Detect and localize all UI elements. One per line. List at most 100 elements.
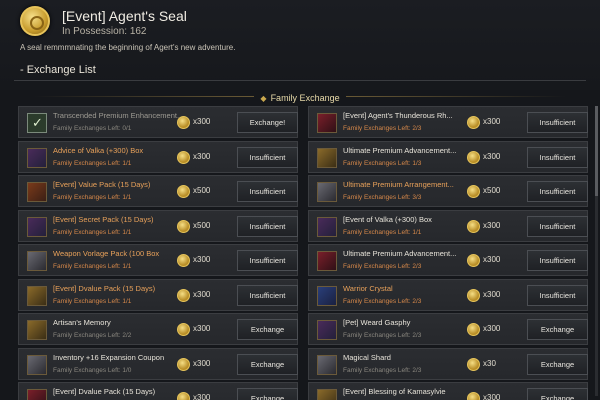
seal-coin-icon	[467, 116, 480, 129]
exchange-item-row: Advice of Valka (+300) Box Family Exchang…	[18, 140, 298, 173]
insufficient-button[interactable]: Insufficient	[527, 181, 588, 202]
insufficient-button[interactable]: Insufficient	[527, 215, 588, 237]
exchanges-left: Family Exchanges Left: 1/1	[53, 159, 132, 167]
exchanges-left: Family Exchanges Left: 1/1	[53, 228, 132, 236]
seal-coin-icon	[467, 150, 480, 164]
arrangement-icon[interactable]	[317, 182, 337, 202]
insufficient-button[interactable]: Insufficient	[237, 250, 298, 271]
exchange-button[interactable]: Exchange	[237, 353, 298, 375]
value-pack-icon[interactable]	[27, 182, 47, 202]
premium-box-icon[interactable]	[317, 147, 337, 168]
crystal-icon[interactable]	[317, 251, 337, 271]
exchanges-left: Family Exchanges Left: 2/3	[343, 297, 422, 305]
cost-value: x500	[193, 220, 211, 230]
exchange-item-row: [Event] Agent's Thunderous Rh... Family E…	[308, 106, 588, 138]
insufficient-button[interactable]: Insufficient	[237, 181, 298, 202]
seal-coin-icon	[177, 323, 190, 336]
exchanges-left: Family Exchanges Left: 2/3	[343, 125, 422, 132]
exchanges-left: Family Exchanges Left: 2/3	[343, 263, 422, 270]
insufficient-button[interactable]: Insufficient	[527, 112, 588, 133]
exchange-button[interactable]: Exchange	[527, 353, 588, 375]
insufficient-button[interactable]: Insufficient	[237, 215, 298, 237]
cost-value: x300	[483, 324, 501, 333]
cost-value: x300	[193, 393, 211, 400]
cost-value: x300	[193, 289, 211, 299]
exchange-item-row: Artisan's Memory Family Exchanges Left: 2…	[18, 313, 298, 345]
exchanges-left: Family Exchanges Left: 1/1	[343, 228, 422, 236]
cost-value: x500	[483, 186, 501, 195]
item-name: [Event] Value Pack (15 Days)	[53, 180, 151, 189]
item-name: Ultimate Premium Advancement...	[343, 145, 457, 155]
thunder-box-icon[interactable]	[317, 113, 337, 133]
exchange-button[interactable]: Exchange!	[237, 112, 298, 133]
weapon-pack-icon[interactable]	[27, 251, 47, 271]
checkmark-icon[interactable]	[27, 113, 47, 133]
exchange-item-row: [Event] Dvalue Pack (15 Days)Family Exch…	[18, 382, 298, 400]
header: [Event] Agent's Seal In Possession: 162 …	[0, 0, 600, 103]
exchanges-left: Family Exchanges Left: 1/1	[53, 263, 132, 270]
exchange-item-row: [Pet] Weard Gasphy Family Exchanges Left:…	[308, 313, 588, 345]
tab-label-text: Family Exchange	[270, 93, 340, 103]
exchange-item-row: [Event] Value Pack (15 Days) Family Excha…	[18, 175, 298, 207]
exchanges-left: Family Exchanges Left: 1/3	[343, 159, 422, 167]
seal-coin-icon	[177, 116, 190, 129]
cost-value: x300	[483, 289, 501, 299]
blessing-icon[interactable]	[317, 389, 337, 400]
insufficient-button[interactable]: Insufficient	[527, 250, 588, 271]
item-name: [Event] Dvalue Pack (15 Days)	[53, 387, 156, 396]
insufficient-button[interactable]: Insufficient	[527, 284, 588, 306]
seal-coin-icon	[177, 288, 190, 302]
secret-pack-icon[interactable]	[27, 216, 47, 237]
item-name: Advice of Valka (+300) Box	[53, 145, 144, 155]
scrollbar[interactable]	[595, 106, 598, 396]
exchanges-left: Family Exchanges Left: 2/3	[343, 332, 422, 339]
exchange-button[interactable]: Exchange	[237, 388, 298, 400]
insufficient-button[interactable]: Insufficient	[527, 146, 588, 168]
memory-icon[interactable]	[27, 320, 47, 340]
scroll-thumb[interactable]	[595, 106, 598, 196]
valka-box-icon[interactable]	[317, 216, 337, 237]
cost-value: x300	[483, 220, 501, 230]
exchange-item-row: Magical Shard Family Exchanges Left: 2/3 x…	[308, 347, 588, 380]
seal-coin-icon	[467, 323, 480, 336]
exchange-item-row: Ultimate Premium Advancement... Family Ex…	[308, 244, 588, 276]
item-name: [Event] Dvalue Pack (15 Days)	[53, 283, 156, 293]
item-name: [Event] Blessing of Kamasylvie	[343, 387, 446, 396]
item-name: Weapon Vorlage Pack (100 Box	[53, 249, 160, 258]
item-name: [Event] Secret Pack (15 Days)	[53, 214, 154, 224]
exchange-item-row: Transcended Premium Enhancement... Family…	[18, 106, 298, 138]
cost-value: x300	[193, 151, 211, 161]
item-name: Warrior Crystal	[343, 283, 393, 293]
cost-value: x300	[483, 151, 501, 161]
seal-coin-icon	[467, 254, 480, 267]
exchange-item-row: [Event] Secret Pack (15 Days) Family Exch…	[18, 209, 298, 242]
cost-value: x300	[193, 255, 211, 264]
exchange-item-row: Warrior Crystal Family Exchanges Left: 2/…	[308, 278, 588, 311]
chest-icon[interactable]	[27, 285, 47, 306]
exchange-button[interactable]: Exchange	[527, 319, 588, 340]
cost-value: x300	[193, 117, 211, 126]
warrior-crystal-icon[interactable]	[317, 285, 337, 306]
pet-icon[interactable]	[317, 320, 337, 340]
seal-coin-icon	[467, 357, 480, 371]
exchange-button[interactable]: Exchange	[527, 388, 588, 400]
cost-value: x300	[193, 324, 211, 333]
exchange-item-row: Ultimate Premium Advancement... Family Ex…	[308, 140, 588, 173]
exchanges-left: Family Exchanges Left: 1/1	[53, 194, 132, 201]
potion-icon[interactable]	[27, 389, 47, 400]
shard-icon[interactable]	[317, 354, 337, 375]
seal-coin-icon	[467, 219, 480, 233]
insufficient-button[interactable]: Insufficient	[237, 146, 298, 168]
valka-box-icon[interactable]	[27, 147, 47, 168]
coupon-icon[interactable]	[27, 354, 47, 375]
insufficient-button[interactable]: Insufficient	[237, 284, 298, 306]
seal-coin-icon	[177, 254, 190, 267]
item-name: Ultimate Premium Advancement...	[343, 249, 457, 258]
exchange-button[interactable]: Exchange	[237, 319, 298, 340]
seal-coin-icon	[177, 219, 190, 233]
seal-coin-icon	[177, 357, 190, 371]
exchange-item-row: Inventory +16 Expansion Coupon Family Exc…	[18, 347, 298, 380]
exchange-item-row: [Event] Dvalue Pack (15 Days)Family Exch…	[18, 278, 298, 311]
tab-family-exchange[interactable]: ◆ Family Exchange	[14, 88, 586, 104]
diamond-icon: ◆	[260, 94, 267, 103]
